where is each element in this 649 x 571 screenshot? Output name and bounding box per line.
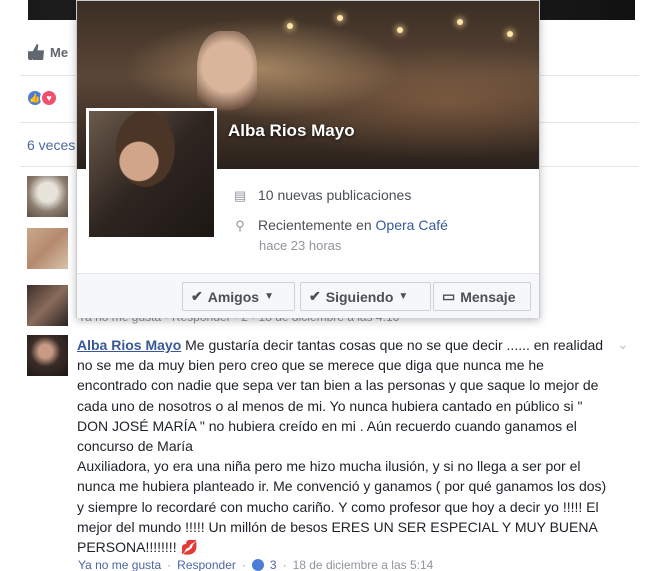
profile-image bbox=[89, 111, 214, 237]
commenter-avatar[interactable] bbox=[27, 176, 68, 217]
love-reaction-icon: ♥ bbox=[40, 89, 58, 107]
unlike-link[interactable]: Ya no me gusta bbox=[78, 558, 161, 571]
checkin-time: hace 23 horas bbox=[259, 238, 342, 253]
caret-down-icon: ▼ bbox=[264, 291, 274, 302]
hovercard-actions: ✔ Amigos ▼ ✔ Siguiendo ▼ ▭ Mensaje bbox=[77, 273, 539, 318]
chevron-down-icon[interactable]: ⌄ bbox=[617, 336, 629, 353]
caret-down-icon: ▼ bbox=[398, 291, 409, 302]
profile-name[interactable]: Alba Rios Mayo bbox=[228, 121, 355, 141]
comment-body: Alba Rios Mayo Me gustaría decir tantas … bbox=[77, 335, 617, 557]
friends-button[interactable]: ✔ Amigos ▼ bbox=[182, 282, 295, 311]
reaction-summary[interactable]: 👍 ♥ bbox=[26, 89, 58, 107]
light-decoration bbox=[337, 15, 343, 21]
separator: · bbox=[167, 558, 172, 571]
profile-picture[interactable] bbox=[86, 108, 217, 240]
message-button-label: Mensaje bbox=[460, 288, 516, 305]
shares-link[interactable]: 6 veces bbox=[27, 137, 75, 153]
checkmark-icon: ✔ bbox=[191, 288, 203, 304]
comment-author-link[interactable]: Alba Rios Mayo bbox=[77, 337, 181, 353]
commenter-avatar[interactable] bbox=[27, 285, 68, 326]
thumbs-up-icon bbox=[28, 44, 44, 60]
comment-timestamp[interactable]: 18 de diciembre a las 5:14 bbox=[293, 558, 434, 571]
like-action[interactable]: Me bbox=[28, 44, 68, 60]
light-decoration bbox=[507, 31, 513, 37]
recent-prefix: Recientemente en bbox=[258, 217, 376, 233]
kiss-emoji-icon: 💋 bbox=[180, 539, 198, 556]
separator: · bbox=[241, 558, 246, 571]
friends-button-label: Amigos bbox=[207, 288, 260, 305]
light-decoration bbox=[397, 27, 403, 33]
profile-hovercard: Alba Rios Mayo ▤ 10 nuevas publicaciones… bbox=[76, 0, 540, 318]
commenter-avatar[interactable] bbox=[27, 228, 68, 269]
comment-author-avatar[interactable] bbox=[27, 335, 68, 376]
like-count[interactable]: 3 bbox=[270, 558, 277, 571]
recent-checkin-line: ⚲ Recientemente en Opera Café bbox=[234, 217, 448, 235]
news-feed-icon: ▤ bbox=[234, 188, 247, 203]
like-action-label: Me bbox=[50, 44, 69, 60]
location-pin-icon: ⚲ bbox=[235, 218, 245, 233]
checkmark-icon: ✔ bbox=[309, 288, 321, 304]
comment-text-continued: Auxiliadora, yo era una niña pero me hiz… bbox=[77, 458, 607, 556]
message-button[interactable]: ▭ Mensaje bbox=[433, 282, 531, 311]
place-link[interactable]: Opera Café bbox=[376, 217, 448, 233]
new-posts-text[interactable]: 10 nuevas publicaciones bbox=[258, 187, 411, 203]
following-button[interactable]: ✔ Siguiendo ▼ bbox=[300, 282, 431, 311]
light-decoration bbox=[287, 23, 293, 29]
reply-link[interactable]: Responder bbox=[177, 558, 236, 571]
new-posts-line: ▤ 10 nuevas publicaciones bbox=[234, 187, 411, 205]
like-count-icon bbox=[251, 559, 264, 571]
comment-footer: Ya no me gusta · Responder · 3 · 18 de d… bbox=[78, 558, 433, 571]
message-icon: ▭ bbox=[442, 288, 456, 304]
light-decoration bbox=[457, 19, 463, 25]
following-button-label: Siguiendo bbox=[325, 288, 394, 305]
comment-text: Me gustaría decir tantas cosas que no se… bbox=[77, 337, 604, 455]
recent-checkin-text: Recientemente en Opera Café bbox=[258, 217, 448, 233]
separator: · bbox=[282, 558, 287, 571]
